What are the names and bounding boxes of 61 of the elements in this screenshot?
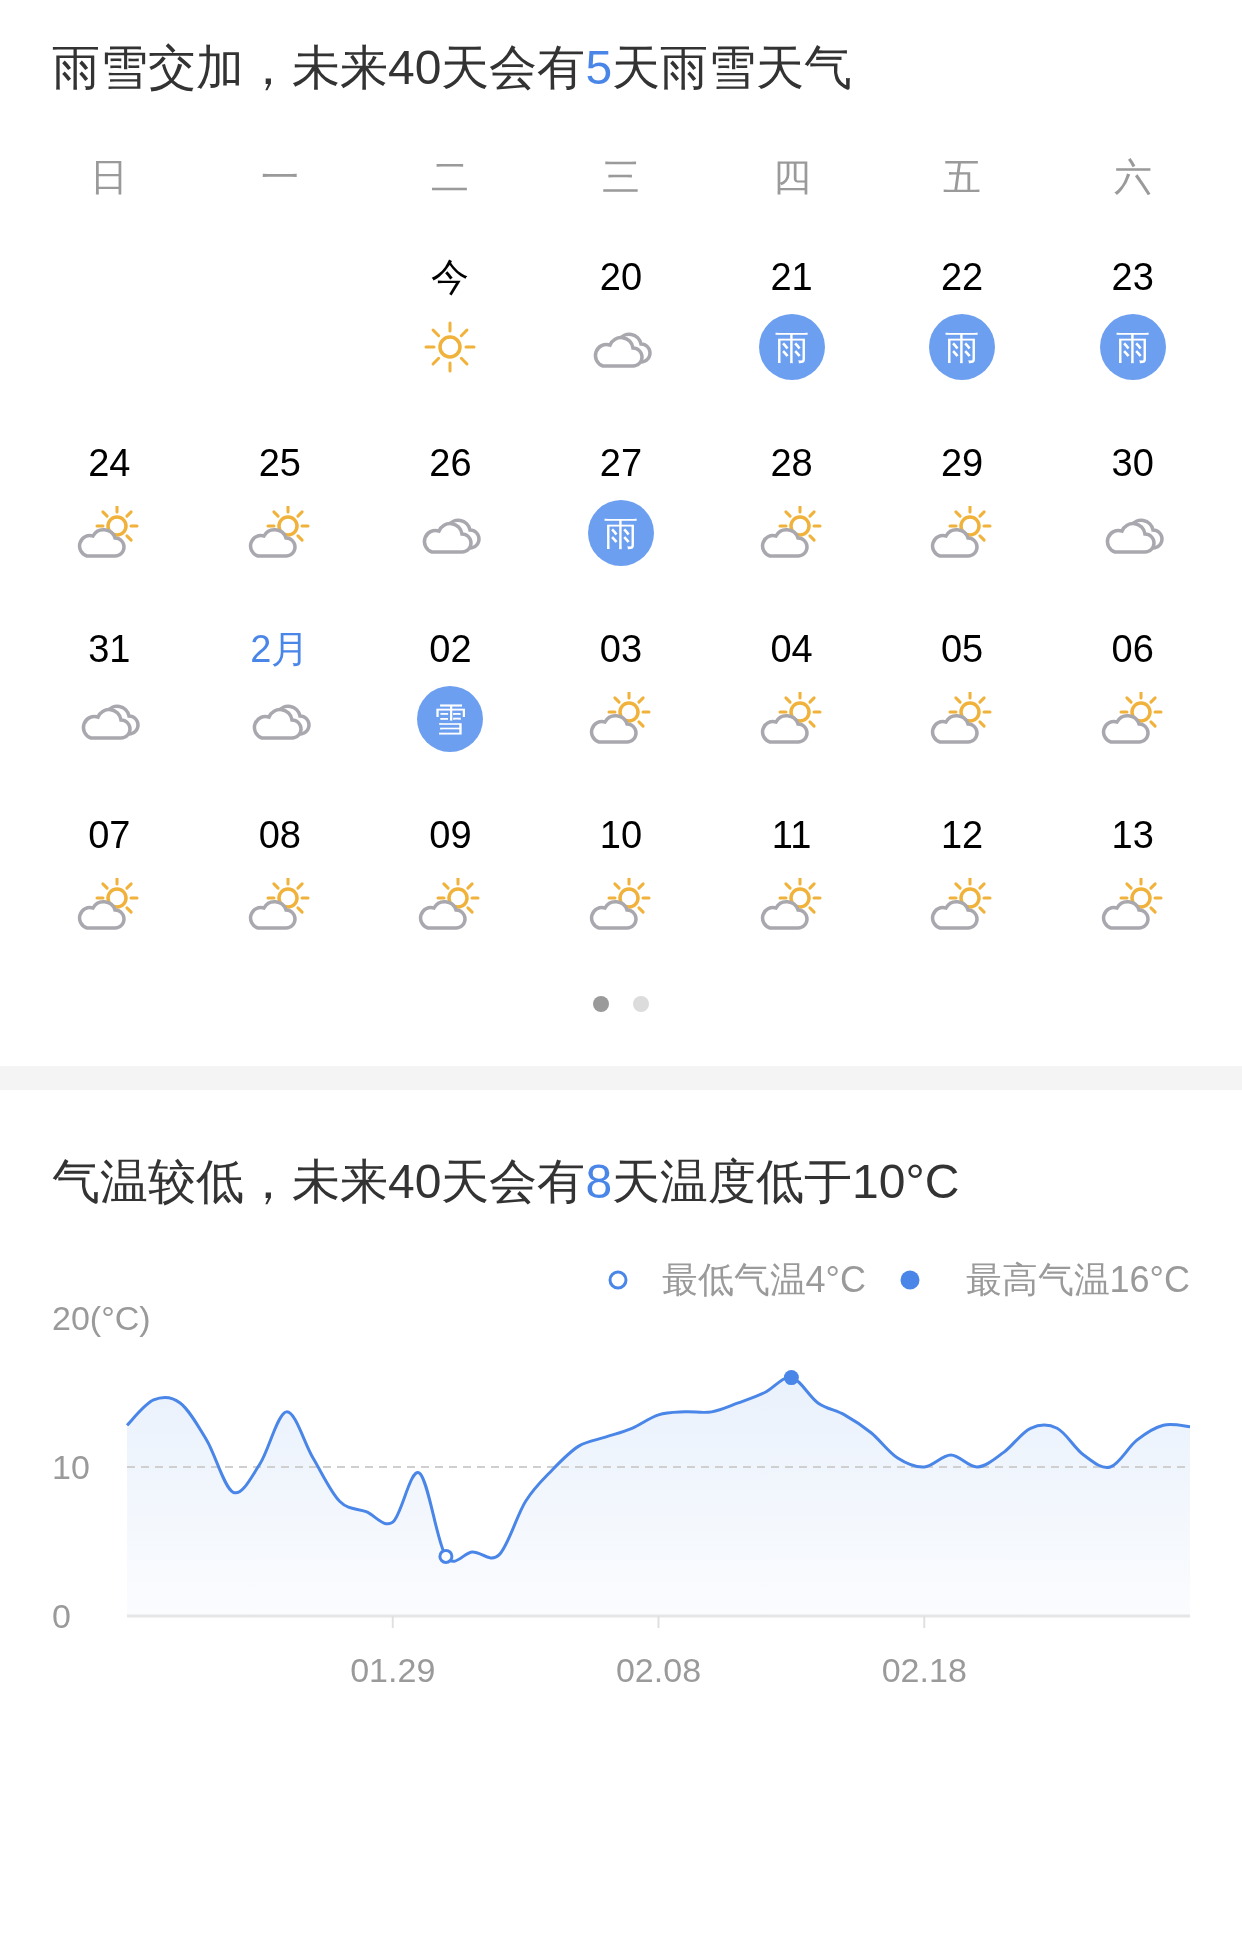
date-label: 25 <box>258 441 301 486</box>
date-label: 29 <box>941 441 984 486</box>
sun-cloud-icon <box>759 878 824 932</box>
rain-badge: 雨 <box>588 500 654 566</box>
date-label: 13 <box>1111 813 1154 858</box>
date-label: 04 <box>770 627 813 672</box>
date-label: 21 <box>770 255 813 300</box>
date-label: 31 <box>88 627 131 672</box>
date-label: 27 <box>599 441 643 486</box>
weekday-label: 三 <box>602 155 640 200</box>
sun-cloud-icon <box>759 506 824 560</box>
date-label: 今 <box>431 255 470 300</box>
axis-label: 02.18 <box>881 1651 967 1689</box>
axis-label: 01.29 <box>350 1651 436 1689</box>
date-label: 03 <box>599 627 643 672</box>
date-label: 06 <box>1111 627 1154 672</box>
rain-badge: 雨 <box>1099 314 1166 380</box>
headline: 雨雪交加，未来40天会有5天雨雪天气 <box>51 40 854 96</box>
max-point <box>783 1370 799 1386</box>
date-label: 05 <box>941 627 984 672</box>
axis-label: 10 <box>52 1448 90 1486</box>
sun-cloud-icon <box>589 692 653 746</box>
date-label: 10 <box>599 813 643 858</box>
weekday-label: 日 <box>90 155 129 200</box>
date-label: 12 <box>941 813 984 858</box>
date-label: 28 <box>770 441 813 486</box>
sun-cloud-icon <box>759 692 824 746</box>
axis-label: 0 <box>52 1597 71 1635</box>
sun-cloud-icon <box>589 878 653 932</box>
date-label: 26 <box>429 441 472 486</box>
legend-label: 最低气温4°C <box>661 1259 866 1300</box>
axis-label: 02.08 <box>615 1651 702 1689</box>
sun-cloud-icon <box>247 878 312 932</box>
sun-cloud-icon <box>247 506 312 560</box>
date-label: 23 <box>1111 255 1154 300</box>
legend-marker <box>608 1270 628 1290</box>
date-label: 22 <box>941 255 984 300</box>
date-label: 09 <box>429 813 472 858</box>
date-label: 08 <box>258 813 301 858</box>
axis-label: 20(°C) <box>52 1299 151 1337</box>
weekday-label: 二 <box>431 155 470 200</box>
date-label: 2月 <box>250 627 310 672</box>
date-label: 11 <box>771 813 812 858</box>
sun-cloud-icon <box>1100 878 1165 932</box>
date-label: 07 <box>88 813 131 858</box>
snow-badge: 雪 <box>417 686 484 752</box>
weekday-label: 五 <box>943 155 982 200</box>
rain-badge: 雨 <box>929 314 996 380</box>
weekday-label: 四 <box>772 155 811 200</box>
date-label: 30 <box>1111 441 1154 486</box>
legend-marker <box>900 1270 920 1290</box>
date-label: 02 <box>429 627 472 672</box>
min-point <box>438 1548 454 1564</box>
rain-badge: 雨 <box>758 314 825 380</box>
legend-label: 最高气温16°C <box>965 1259 1190 1300</box>
date-label: 24 <box>88 441 131 486</box>
date-label: 20 <box>599 255 643 300</box>
headline: 气温较低，未来40天会有8天温度低于10°C <box>51 1154 961 1210</box>
sun-cloud-icon <box>1100 692 1165 746</box>
weekday-label: 一 <box>260 155 299 200</box>
weekday-label: 六 <box>1113 155 1152 200</box>
